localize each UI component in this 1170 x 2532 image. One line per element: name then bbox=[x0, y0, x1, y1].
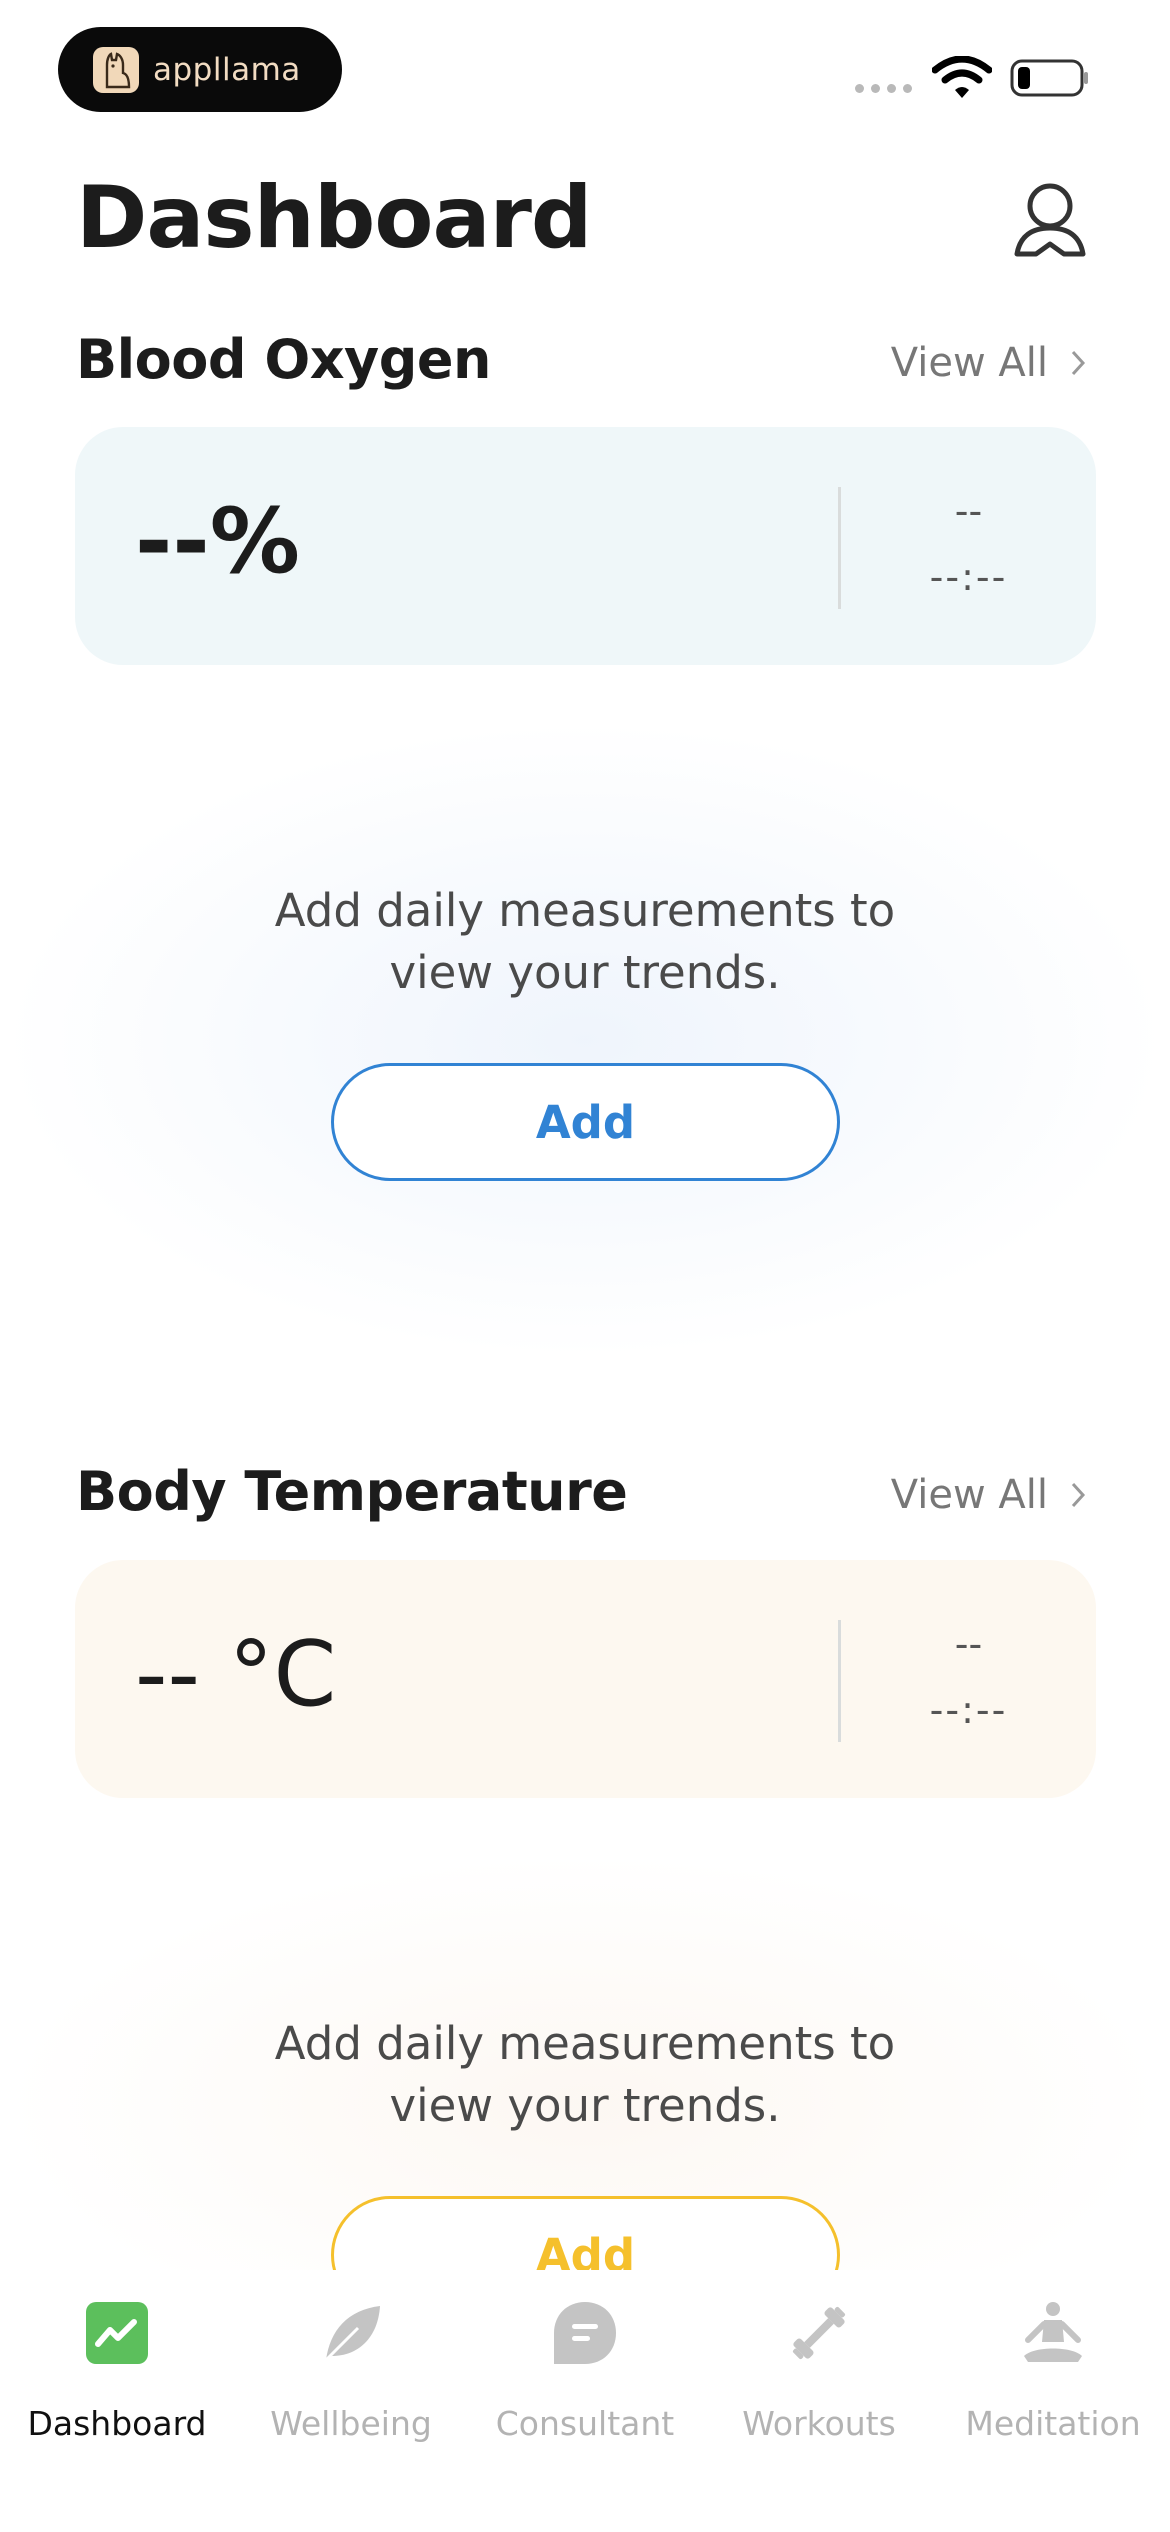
chat-bubble-icon bbox=[554, 2302, 616, 2364]
body-temperature-empty-message: Add daily measurements to view your tren… bbox=[0, 2013, 1170, 2137]
tab-workouts[interactable]: Workouts bbox=[702, 2300, 936, 2443]
tab-wellbeing[interactable]: Wellbeing bbox=[234, 2300, 468, 2443]
body-temperature-title: Body Temperature bbox=[76, 1460, 628, 1523]
blood-oxygen-date: -- bbox=[954, 489, 983, 533]
blood-oxygen-card[interactable]: --% -- --:-- bbox=[75, 427, 1096, 665]
body-temperature-time: --:-- bbox=[929, 1688, 1008, 1732]
tab-bar: Dashboard Wellbeing Consultant Workouts bbox=[0, 2270, 1170, 2532]
app-badge: appllama bbox=[58, 27, 342, 112]
chevron-right-icon bbox=[1071, 1482, 1086, 1508]
tab-label: Consultant bbox=[495, 2404, 675, 2443]
dashboard-chart-icon bbox=[86, 2302, 148, 2364]
blood-oxygen-empty-message: Add daily measurements to view your tren… bbox=[0, 880, 1170, 1004]
body-temperature-date: -- bbox=[954, 1622, 983, 1666]
page-title: Dashboard bbox=[76, 168, 592, 268]
blood-oxygen-view-all-link[interactable]: View All bbox=[891, 340, 1086, 386]
view-all-label: View All bbox=[890, 1472, 1048, 1518]
empty-message-line2: view your trends. bbox=[389, 946, 781, 999]
blood-oxygen-title: Blood Oxygen bbox=[76, 328, 491, 391]
view-all-label: View All bbox=[890, 340, 1048, 386]
dumbbell-icon bbox=[792, 2306, 846, 2360]
blood-oxygen-add-button[interactable]: Add bbox=[331, 1063, 840, 1181]
body-temperature-view-all-link[interactable]: View All bbox=[891, 1472, 1086, 1518]
body-temperature-trend-placeholder: Add daily measurements to view your tren… bbox=[0, 1853, 1170, 2314]
tab-consultant[interactable]: Consultant bbox=[468, 2300, 702, 2443]
empty-message-line2: view your trends. bbox=[389, 2079, 781, 2132]
tab-label: Wellbeing bbox=[270, 2404, 432, 2443]
leaf-icon bbox=[322, 2306, 380, 2364]
battery-icon bbox=[1010, 59, 1088, 97]
llama-logo-icon bbox=[93, 46, 139, 93]
cellular-signal-icon bbox=[855, 84, 912, 93]
tab-label: Workouts bbox=[742, 2404, 896, 2443]
blood-oxygen-time: --:-- bbox=[929, 555, 1008, 599]
app-badge-label: appllama bbox=[153, 51, 301, 88]
empty-message-line1: Add daily measurements to bbox=[274, 2017, 896, 2070]
tab-dashboard[interactable]: Dashboard bbox=[0, 2300, 234, 2443]
blood-oxygen-value: --% bbox=[135, 489, 300, 594]
meditation-icon bbox=[1024, 2302, 1082, 2362]
tab-meditation[interactable]: Meditation bbox=[936, 2300, 1170, 2443]
profile-icon[interactable] bbox=[1012, 180, 1088, 262]
empty-message-line1: Add daily measurements to bbox=[274, 884, 896, 937]
body-temperature-card[interactable]: -- °C -- --:-- bbox=[75, 1560, 1096, 1798]
tab-label: Meditation bbox=[965, 2404, 1141, 2443]
wifi-icon bbox=[932, 56, 992, 98]
body-temperature-value: -- °C bbox=[135, 1622, 337, 1727]
chevron-right-icon bbox=[1071, 350, 1086, 376]
blood-oxygen-trend-placeholder: Add daily measurements to view your tren… bbox=[0, 720, 1170, 1360]
tab-label: Dashboard bbox=[27, 2404, 207, 2443]
